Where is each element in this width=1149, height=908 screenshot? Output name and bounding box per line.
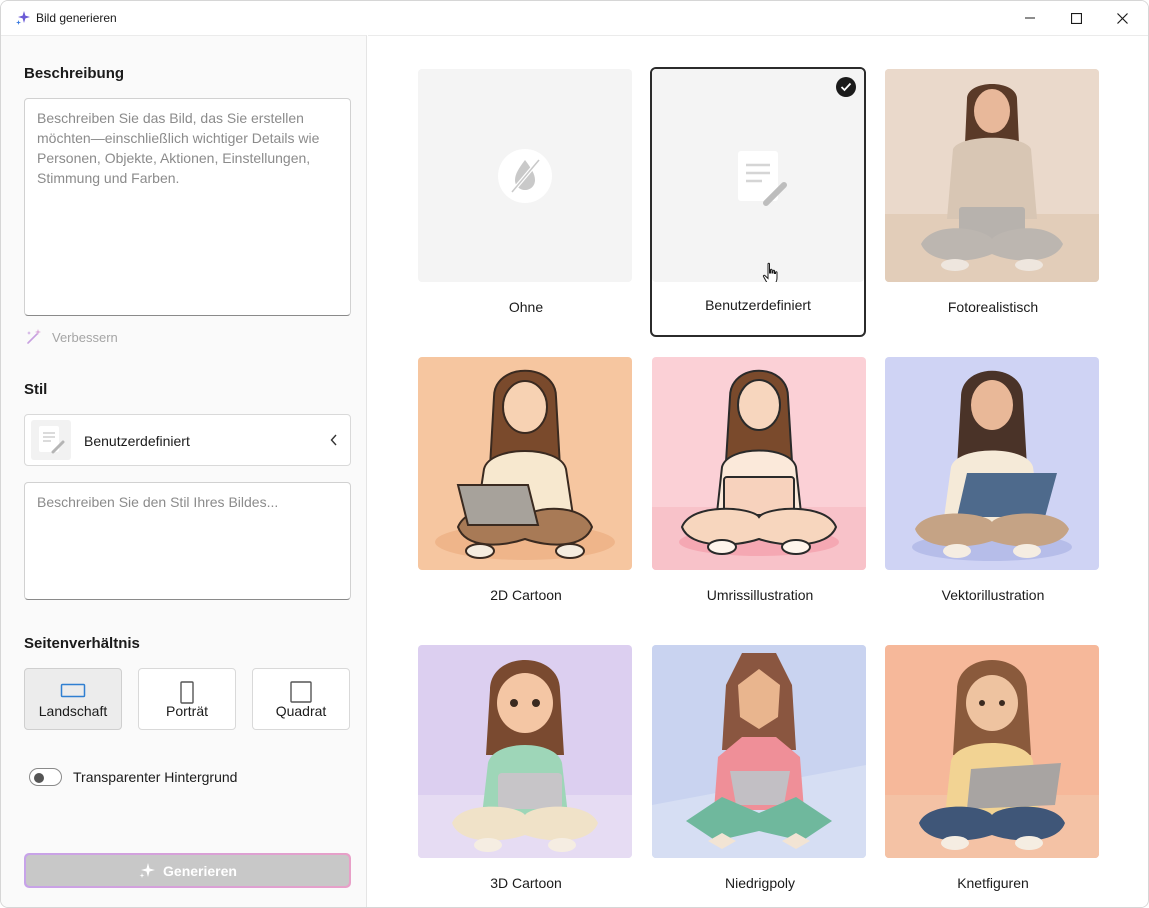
style-preview-vector bbox=[885, 357, 1099, 570]
minimize-icon bbox=[1025, 17, 1035, 19]
style-card-clay[interactable]: Knetfiguren bbox=[885, 645, 1101, 907]
style-card-custom[interactable]: Benutzerdefiniert bbox=[650, 67, 866, 337]
style-caption: Umrissillustration bbox=[706, 587, 814, 603]
person-laptop-illustration bbox=[912, 370, 1072, 561]
aspect-square-button[interactable]: Quadrat bbox=[252, 668, 350, 730]
aspect-portrait-label: Porträt bbox=[165, 703, 208, 719]
style-thumbnail bbox=[31, 420, 71, 460]
style-preview-low-poly bbox=[652, 645, 866, 858]
aspect-landscape-label: Landschaft bbox=[38, 703, 108, 719]
style-card-photorealistic[interactable]: Fotorealistisch bbox=[885, 69, 1101, 339]
aspect-landscape-button[interactable]: Landschaft bbox=[24, 668, 122, 730]
style-caption: 3D Cartoon bbox=[490, 875, 562, 891]
sparkle-icon bbox=[139, 862, 156, 878]
landscape-icon bbox=[60, 683, 86, 698]
style-preview-clay bbox=[885, 645, 1099, 858]
description-heading: Beschreibung bbox=[24, 65, 125, 82]
style-caption: Benutzerdefiniert bbox=[705, 297, 811, 313]
style-caption: Fotorealistisch bbox=[947, 299, 1039, 315]
person-laptop-illustration bbox=[652, 645, 866, 858]
person-laptop-illustration bbox=[885, 69, 1099, 282]
style-caption: Vektorillustration bbox=[941, 587, 1045, 603]
style-card-3d-cartoon[interactable]: 3D Cartoon bbox=[418, 645, 634, 907]
transparent-background-row: Transparenter Hintergrund bbox=[29, 768, 237, 786]
title-bar: Bild generieren bbox=[1, 1, 1148, 35]
maximize-icon bbox=[1070, 12, 1082, 24]
person-laptop-illustration bbox=[435, 369, 615, 560]
close-icon bbox=[1116, 12, 1128, 24]
enhance-label: Verbessern bbox=[52, 329, 118, 345]
style-card-none[interactable]: Ohne bbox=[418, 69, 634, 339]
settings-panel: Beschreibung Beschreiben Sie das Bild, d… bbox=[1, 35, 367, 907]
style-preview-custom bbox=[652, 69, 864, 282]
style-description-textarea[interactable]: Beschreiben Sie den Stil Ihres Bildes... bbox=[24, 482, 351, 600]
magic-wand-icon bbox=[27, 329, 41, 344]
selected-style-label: Benutzerdefiniert bbox=[84, 433, 190, 449]
selected-check-icon bbox=[836, 77, 856, 97]
close-button[interactable] bbox=[1099, 1, 1145, 35]
chevron-left-icon bbox=[330, 434, 337, 446]
sparkle-icon bbox=[16, 11, 30, 25]
minimize-button[interactable] bbox=[1007, 1, 1053, 35]
style-dropdown[interactable]: Benutzerdefiniert bbox=[24, 414, 351, 466]
style-caption: 2D Cartoon bbox=[490, 587, 562, 603]
hand-cursor-icon bbox=[762, 262, 778, 282]
style-card-outline[interactable]: Umrissillustration bbox=[652, 357, 868, 627]
style-card-low-poly[interactable]: Niedrigpoly bbox=[652, 645, 868, 907]
description-textarea[interactable]: Beschreiben Sie das Bild, das Sie erstel… bbox=[24, 98, 351, 316]
window-title: Bild generieren bbox=[36, 11, 117, 25]
style-preview-3d-cartoon bbox=[418, 645, 632, 858]
square-icon bbox=[290, 681, 312, 703]
style-card-vector[interactable]: Vektorillustration bbox=[885, 357, 1101, 627]
style-preview-photorealistic bbox=[885, 69, 1099, 282]
person-laptop-illustration bbox=[885, 660, 1099, 858]
transparent-background-toggle[interactable] bbox=[29, 768, 62, 786]
style-preview-none bbox=[418, 69, 632, 282]
maximize-button[interactable] bbox=[1053, 1, 1099, 35]
style-preview-2d-cartoon bbox=[418, 357, 632, 570]
no-style-icon bbox=[498, 149, 552, 203]
document-pen-icon bbox=[39, 426, 65, 454]
style-caption: Ohne bbox=[508, 299, 544, 315]
transparent-background-label: Transparenter Hintergrund bbox=[73, 769, 238, 785]
style-gallery: Ohne Benutzerdefiniert Fotorealistisch 2… bbox=[368, 35, 1148, 907]
portrait-icon bbox=[180, 681, 194, 704]
image-generator-window: Bild generieren Beschreibung Beschreiben… bbox=[0, 0, 1149, 908]
aspect-portrait-button[interactable]: Porträt bbox=[138, 668, 236, 730]
style-heading: Stil bbox=[24, 381, 48, 398]
style-caption: Knetfiguren bbox=[957, 875, 1029, 891]
style-card-2d-cartoon[interactable]: 2D Cartoon bbox=[418, 357, 634, 627]
aspect-square-label: Quadrat bbox=[275, 703, 327, 719]
enhance-button[interactable]: Verbessern bbox=[25, 328, 118, 346]
person-laptop-illustration bbox=[652, 369, 866, 570]
generate-label: Generieren bbox=[163, 862, 237, 879]
aspect-ratio-heading: Seitenverhältnis bbox=[24, 635, 140, 652]
style-caption: Niedrigpoly bbox=[724, 875, 796, 891]
generate-button[interactable]: Generieren bbox=[24, 853, 351, 888]
style-preview-outline bbox=[652, 357, 866, 570]
person-laptop-illustration bbox=[418, 660, 632, 858]
document-pen-icon bbox=[738, 151, 787, 206]
